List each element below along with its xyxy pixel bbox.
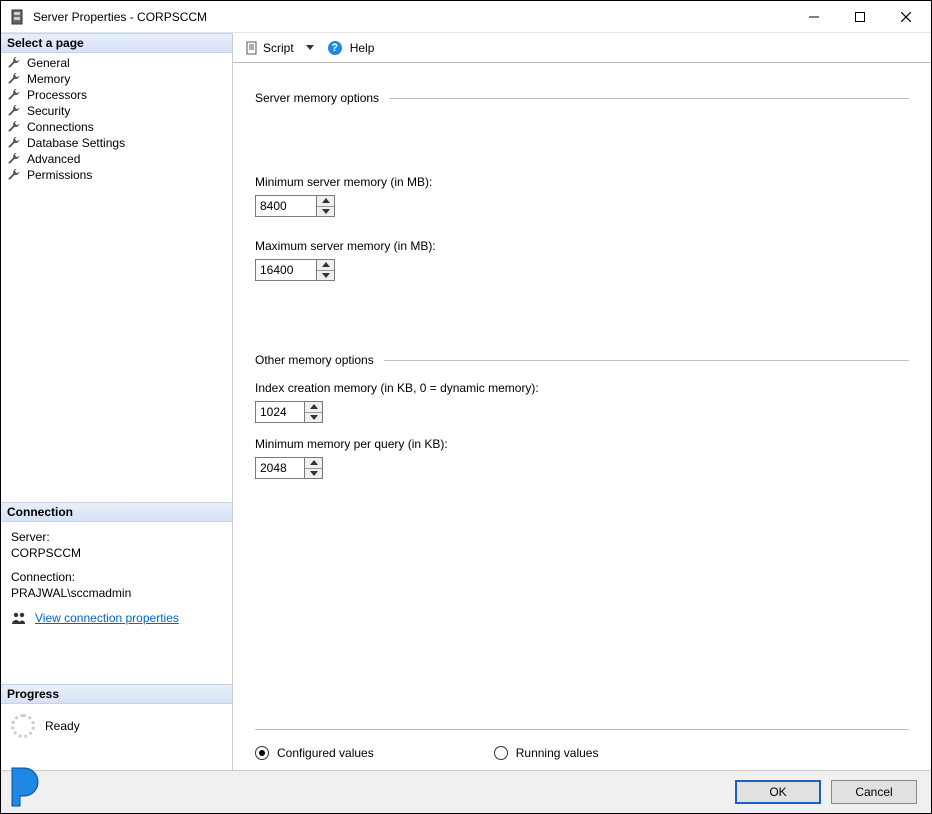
spin-down-icon[interactable] xyxy=(305,468,322,479)
sidebar-item-database-settings[interactable]: Database Settings xyxy=(5,135,228,151)
connection-body: Server: CORPSCCM Connection: PRAJWAL\scc… xyxy=(1,522,232,634)
spin-up-icon[interactable] xyxy=(317,196,334,206)
people-icon xyxy=(11,610,27,626)
spin-up-icon[interactable] xyxy=(305,402,322,412)
min-memory-input[interactable] xyxy=(255,195,335,217)
progress-spinner-icon xyxy=(11,714,35,738)
connection-header: Connection xyxy=(1,502,232,522)
wrench-icon xyxy=(7,88,21,102)
running-values-label: Running values xyxy=(516,746,599,760)
query-memory-label: Minimum memory per query (in KB): xyxy=(255,437,909,451)
min-memory-label: Minimum server memory (in MB): xyxy=(255,175,909,189)
connection-label: Connection: xyxy=(11,570,222,584)
sidebar-item-label: General xyxy=(27,56,70,70)
spin-down-icon[interactable] xyxy=(317,270,334,281)
wrench-icon xyxy=(7,136,21,150)
configured-values-radio[interactable]: Configured values xyxy=(255,746,374,760)
query-memory-field[interactable] xyxy=(256,458,304,478)
configured-values-label: Configured values xyxy=(277,746,374,760)
sidebar-item-label: Advanced xyxy=(27,152,80,166)
wrench-icon xyxy=(7,56,21,70)
script-dropdown-arrow-icon[interactable] xyxy=(306,45,314,50)
server-label: Server: xyxy=(11,530,222,544)
radio-icon xyxy=(494,746,508,760)
left-panel: Select a page General Memory Processors … xyxy=(1,33,233,770)
max-memory-label: Maximum server memory (in MB): xyxy=(255,239,909,253)
maximize-button[interactable] xyxy=(837,2,883,32)
sidebar-item-label: Database Settings xyxy=(27,136,125,150)
sidebar-item-label: Permissions xyxy=(27,168,92,182)
progress-status: Ready xyxy=(45,719,80,733)
toolbar: Script ? Help xyxy=(233,33,931,63)
content-area: Server memory options Minimum server mem… xyxy=(233,63,931,770)
window-controls xyxy=(791,2,929,32)
minimize-button[interactable] xyxy=(791,2,837,32)
cancel-button[interactable]: Cancel xyxy=(831,780,917,804)
sidebar-item-label: Processors xyxy=(27,88,87,102)
server-memory-group-label: Server memory options xyxy=(255,91,379,105)
index-memory-input[interactable] xyxy=(255,401,323,423)
sidebar-item-security[interactable]: Security xyxy=(5,103,228,119)
wrench-icon xyxy=(7,152,21,166)
radio-icon xyxy=(255,746,269,760)
query-memory-input[interactable] xyxy=(255,457,323,479)
wrench-icon xyxy=(7,168,21,182)
page-list: General Memory Processors Security Conne… xyxy=(1,53,232,185)
wrench-icon xyxy=(7,120,21,134)
help-label: Help xyxy=(350,41,375,55)
script-icon xyxy=(245,41,259,55)
right-panel: Script ? Help Server memory options Mini… xyxy=(233,33,931,770)
sidebar-item-general[interactable]: General xyxy=(5,55,228,71)
max-memory-field[interactable] xyxy=(256,260,316,280)
help-button[interactable]: ? Help xyxy=(324,39,379,57)
server-icon xyxy=(9,9,25,25)
spin-up-icon[interactable] xyxy=(317,260,334,270)
ok-button[interactable]: OK xyxy=(735,780,821,804)
index-memory-field[interactable] xyxy=(256,402,304,422)
script-button[interactable]: Script xyxy=(241,39,298,57)
divider xyxy=(389,98,909,99)
sidebar-item-connections[interactable]: Connections xyxy=(5,119,228,135)
spin-down-icon[interactable] xyxy=(305,412,322,423)
sidebar-item-memory[interactable]: Memory xyxy=(5,71,228,87)
spin-down-icon[interactable] xyxy=(317,206,334,217)
sidebar-item-label: Connections xyxy=(27,120,94,134)
sidebar-item-label: Security xyxy=(27,104,70,118)
view-connection-properties-link[interactable]: View connection properties xyxy=(35,611,179,625)
sidebar-item-label: Memory xyxy=(27,72,70,86)
wrench-icon xyxy=(7,104,21,118)
wrench-icon xyxy=(7,72,21,86)
select-page-header: Select a page xyxy=(1,33,232,53)
other-memory-group-label: Other memory options xyxy=(255,353,374,367)
index-memory-label: Index creation memory (in KB, 0 = dynami… xyxy=(255,381,909,395)
progress-header: Progress xyxy=(1,684,232,704)
dialog-footer: OK Cancel xyxy=(1,771,931,813)
spin-up-icon[interactable] xyxy=(305,458,322,468)
progress-body: Ready xyxy=(1,704,232,748)
sidebar-item-advanced[interactable]: Advanced xyxy=(5,151,228,167)
min-memory-field[interactable] xyxy=(256,196,316,216)
connection-value: PRAJWAL\sccmadmin xyxy=(11,586,222,600)
help-icon: ? xyxy=(328,41,342,55)
sidebar-item-processors[interactable]: Processors xyxy=(5,87,228,103)
sidebar-item-permissions[interactable]: Permissions xyxy=(5,167,228,183)
max-memory-input[interactable] xyxy=(255,259,335,281)
values-radio-group: Configured values Running values xyxy=(255,729,909,760)
titlebar: Server Properties - CORPSCCM xyxy=(1,1,931,33)
running-values-radio[interactable]: Running values xyxy=(494,746,599,760)
divider xyxy=(384,360,909,361)
watermark-logo-icon xyxy=(4,762,52,810)
server-value: CORPSCCM xyxy=(11,546,222,560)
script-label: Script xyxy=(263,41,294,55)
window-title: Server Properties - CORPSCCM xyxy=(33,10,791,24)
close-button[interactable] xyxy=(883,2,929,32)
